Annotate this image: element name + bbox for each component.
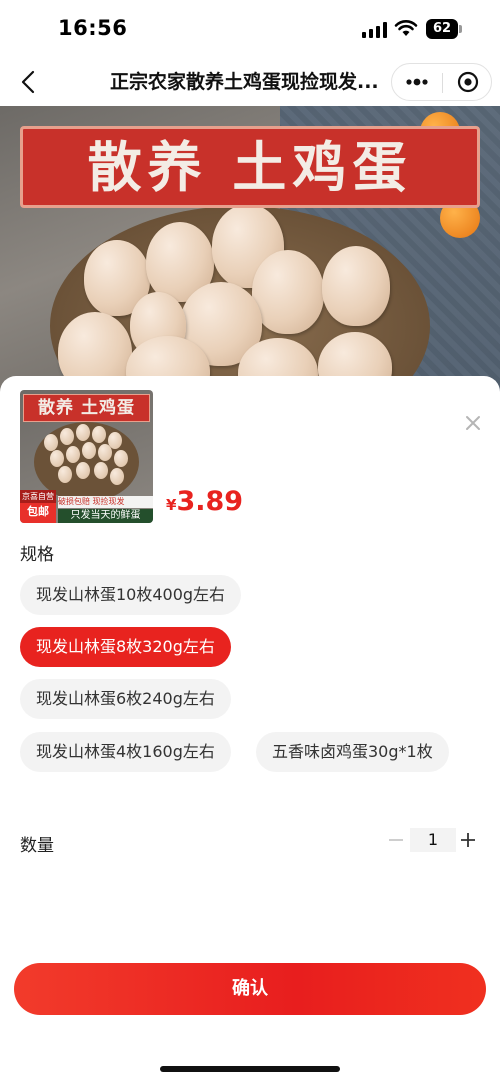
quantity-label: 数量 [20, 836, 54, 856]
thumb-egg [98, 444, 112, 461]
free-shipping-badge: 京喜自营 包邮 [20, 490, 56, 523]
close-icon [466, 416, 480, 430]
thumb-tags: 破损包赔 现捡现发 [58, 496, 153, 508]
thumb-banner: 散养 土鸡蛋 [23, 394, 150, 422]
quantity-decrease-button[interactable] [384, 828, 408, 852]
thumb-egg [110, 468, 124, 485]
badge-store-label: 京喜自营 [20, 490, 56, 503]
thumb-egg [50, 450, 64, 467]
thumb-egg [92, 426, 106, 443]
badge-free-shipping-label: 包邮 [27, 505, 49, 518]
product-price: ¥3.89 [166, 486, 243, 517]
spec-option-6[interactable]: 现发山林蛋6枚240g左右 [20, 679, 231, 719]
thumb-egg [82, 442, 96, 459]
quantity-increase-button[interactable] [456, 828, 480, 852]
home-indicator [160, 1066, 340, 1072]
spec-label: 规格 [20, 545, 54, 565]
spec-option-8[interactable]: 现发山林蛋8枚320g左右 [20, 627, 231, 667]
thumb-egg [58, 466, 72, 483]
close-sheet-button[interactable] [460, 410, 486, 436]
plus-icon [461, 833, 475, 847]
confirm-button[interactable]: 确认 [14, 963, 486, 1015]
product-spec-page: 16:56 62 正宗农家散养土鸡蛋现捡现发... 散养 土鸡蛋 散养 土鸡蛋 … [0, 0, 500, 1081]
thumb-egg [60, 428, 74, 445]
minus-icon [389, 839, 403, 841]
thumb-caption: 只发当天的鲜蛋 [58, 509, 153, 523]
spec-option-braised-egg[interactable]: 五香味卤鸡蛋30g*1枚 [256, 732, 449, 772]
thumb-egg [44, 434, 58, 451]
spec-option-4[interactable]: 现发山林蛋4枚160g左右 [20, 732, 231, 772]
price-currency: ¥ [166, 496, 177, 514]
thumb-banner-text: 散养 土鸡蛋 [38, 398, 135, 418]
thumb-egg [114, 450, 128, 467]
quantity-value[interactable]: 1 [410, 828, 456, 852]
thumb-egg [76, 424, 90, 441]
price-value: 3.89 [176, 486, 244, 517]
thumb-egg [66, 446, 80, 463]
spec-bottom-sheet: 散养 土鸡蛋 京喜自营 包邮 破损包赔 现捡现发 只发当天的鲜蛋 ¥3.89 规… [0, 376, 500, 1081]
spec-option-10[interactable]: 现发山林蛋10枚400g左右 [20, 575, 242, 615]
product-thumbnail[interactable]: 散养 土鸡蛋 京喜自营 包邮 破损包赔 现捡现发 只发当天的鲜蛋 [20, 390, 153, 523]
thumb-egg [94, 462, 108, 479]
thumb-egg [76, 462, 90, 479]
